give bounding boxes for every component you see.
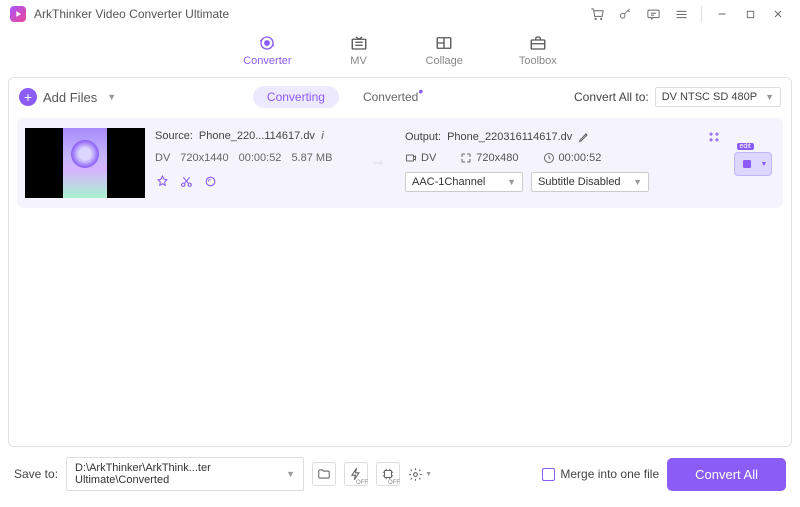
tab-collage[interactable]: Collage — [426, 34, 463, 67]
collage-icon — [433, 34, 455, 52]
enhance-icon[interactable] — [203, 174, 217, 188]
edit-name-icon[interactable] — [578, 131, 590, 143]
resolution-icon — [460, 152, 472, 164]
gpu-accel-button[interactable]: OFF — [376, 462, 400, 486]
tab-collage-label: Collage — [426, 55, 463, 67]
chevron-down-icon: ▼ — [507, 177, 516, 187]
filter-converting[interactable]: Converting — [253, 86, 339, 108]
toolbox-icon — [527, 34, 549, 52]
add-files-label: Add Files — [43, 90, 97, 105]
maximize-icon[interactable] — [738, 2, 762, 26]
feedback-icon[interactable] — [641, 2, 665, 26]
add-files-button[interactable]: + Add Files ▼ — [19, 88, 116, 106]
minimize-icon[interactable] — [710, 2, 734, 26]
file-row: Source: Phone_220...114617.dv i DV 720x1… — [17, 118, 783, 208]
output-filename: Phone_220316114617.dv — [447, 131, 572, 143]
video-icon — [405, 152, 417, 164]
chevron-down-icon: ▼ — [107, 92, 116, 102]
chevron-down-icon: ▼ — [761, 161, 768, 168]
save-path-value: D:\ArkThinker\ArkThink...ter Ultimate\Co… — [75, 462, 282, 486]
cut-icon[interactable] — [179, 174, 193, 188]
converter-icon — [256, 34, 278, 52]
open-folder-button[interactable] — [312, 462, 336, 486]
source-label: Source: — [155, 130, 193, 142]
info-icon[interactable]: i — [321, 130, 324, 142]
cart-icon[interactable] — [585, 2, 609, 26]
format-select[interactable]: DV NTSC SD 480P ▼ — [655, 87, 781, 107]
divider — [701, 6, 702, 22]
merge-label: Merge into one file — [560, 467, 659, 481]
audio-select-value: AAC-1Channel — [412, 176, 485, 188]
dot-indicator: • — [418, 83, 423, 99]
subtitle-select[interactable]: Subtitle Disabled ▼ — [531, 172, 649, 192]
output-codec: DV — [421, 152, 436, 164]
convert-all-to-label: Convert All to: — [574, 90, 649, 104]
chevron-down-icon: ▼ — [765, 92, 774, 102]
mv-icon — [348, 34, 370, 52]
pin-icon[interactable] — [155, 174, 169, 188]
tab-toolbox[interactable]: Toolbox — [519, 34, 557, 67]
chevron-down-icon: ▼ — [286, 469, 295, 479]
format-value: DV NTSC SD 480P — [662, 91, 757, 103]
source-resolution: 720x1440 — [180, 152, 228, 164]
compress-icon[interactable] — [707, 130, 721, 144]
merge-checkbox[interactable]: Merge into one file — [542, 467, 659, 481]
audio-select[interactable]: AAC-1Channel ▼ — [405, 172, 523, 192]
tab-mv-label: MV — [350, 55, 367, 67]
subtitle-select-value: Subtitle Disabled — [538, 176, 621, 188]
plus-icon: + — [19, 88, 37, 106]
app-logo — [10, 6, 26, 22]
checkbox-icon — [542, 468, 555, 481]
source-codec: DV — [155, 152, 170, 164]
source-size: 5.87 MB — [291, 152, 332, 164]
tab-mv[interactable]: MV — [348, 34, 370, 67]
tab-toolbox-label: Toolbox — [519, 55, 557, 67]
output-label: Output: — [405, 131, 441, 143]
output-resolution: 720x480 — [476, 152, 518, 164]
save-path-select[interactable]: D:\ArkThinker\ArkThink...ter Ultimate\Co… — [66, 457, 304, 491]
tab-converter-label: Converter — [243, 55, 291, 67]
clock-icon — [543, 152, 555, 164]
source-filename: Phone_220...114617.dv — [199, 130, 315, 142]
tab-converter[interactable]: Converter — [243, 34, 291, 67]
chevron-down-icon: ▼ — [633, 177, 642, 187]
app-title: ArkThinker Video Converter Ultimate — [34, 7, 229, 21]
menu-icon[interactable] — [669, 2, 693, 26]
edit-format-button[interactable]: ▼ — [734, 152, 773, 176]
source-duration: 00:00:52 — [239, 152, 282, 164]
arrow-icon — [365, 153, 395, 173]
key-icon[interactable] — [613, 2, 637, 26]
video-thumbnail[interactable] — [25, 128, 145, 198]
convert-all-button[interactable]: Convert All — [667, 458, 786, 491]
close-icon[interactable] — [766, 2, 790, 26]
filter-converted[interactable]: Converted• — [349, 86, 437, 108]
save-to-label: Save to: — [14, 467, 58, 481]
hardware-accel-button[interactable]: OFF — [344, 462, 368, 486]
settings-button[interactable]: ▼ — [408, 462, 432, 486]
output-duration: 00:00:52 — [559, 152, 602, 164]
